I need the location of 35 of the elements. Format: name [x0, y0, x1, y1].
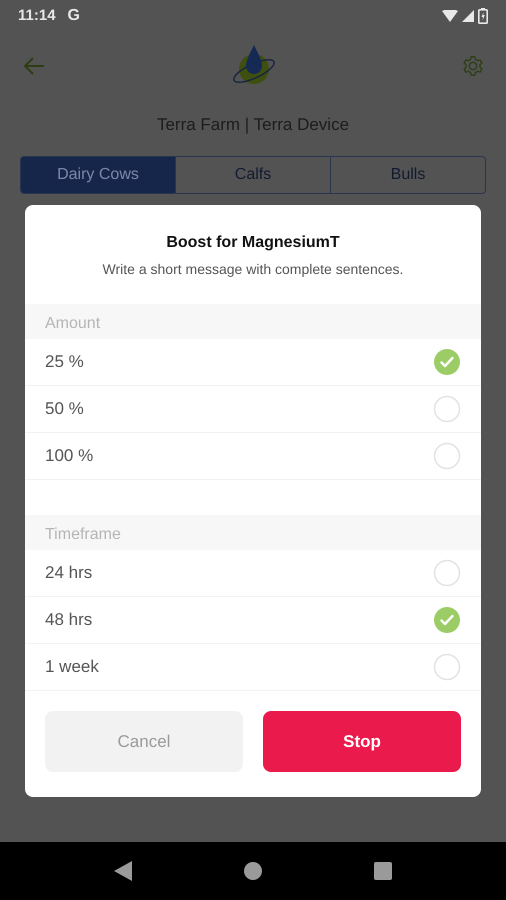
section-title: Amount: [45, 314, 100, 334]
dialog-subtitle: Write a short message with complete sentences.: [102, 260, 404, 279]
page-title: Terra Farm | Terra Device: [156, 114, 350, 136]
back-arrow-icon[interactable]: [22, 56, 46, 76]
option-label: 1 week: [45, 656, 99, 678]
option-row[interactable]: 25 %: [25, 339, 481, 386]
option-label: 50 %: [45, 398, 84, 420]
radio-icon[interactable]: [433, 395, 461, 423]
nav-home-icon[interactable]: [244, 862, 262, 880]
option-label: 24 hrs: [45, 562, 92, 584]
option-row[interactable]: 24 hrs: [25, 550, 481, 597]
stop-button[interactable]: Stop: [263, 711, 461, 772]
option-label: 25 %: [45, 351, 84, 374]
option-row[interactable]: 48 hrs: [25, 597, 481, 644]
dialog-title: Boost for MagnesiumT: [166, 233, 340, 253]
radio-icon[interactable]: [433, 653, 461, 681]
battery-icon: [478, 8, 488, 24]
radio-icon[interactable]: [433, 442, 461, 470]
tab[interactable]: Dairy Cows: [21, 157, 175, 193]
option-label: 100 %: [45, 445, 94, 468]
check-circle-icon[interactable]: [433, 606, 461, 634]
nav-back-icon[interactable]: [114, 861, 132, 881]
option-row[interactable]: 1 week: [25, 644, 481, 691]
status-time: 11:14: [18, 6, 56, 26]
nav-recents-icon[interactable]: [374, 862, 392, 880]
option-row[interactable]: 100 %: [25, 433, 481, 480]
check-circle-icon[interactable]: [433, 348, 461, 376]
wifi-icon: [442, 10, 458, 22]
notification-icon: G: [68, 4, 80, 28]
signal-icon: [462, 10, 474, 22]
radio-icon[interactable]: [433, 559, 461, 587]
option-row[interactable]: 50 %: [25, 386, 481, 433]
settings-icon[interactable]: [462, 55, 484, 77]
option-label: 48 hrs: [45, 609, 92, 632]
section-title: Timeframe: [45, 525, 121, 545]
